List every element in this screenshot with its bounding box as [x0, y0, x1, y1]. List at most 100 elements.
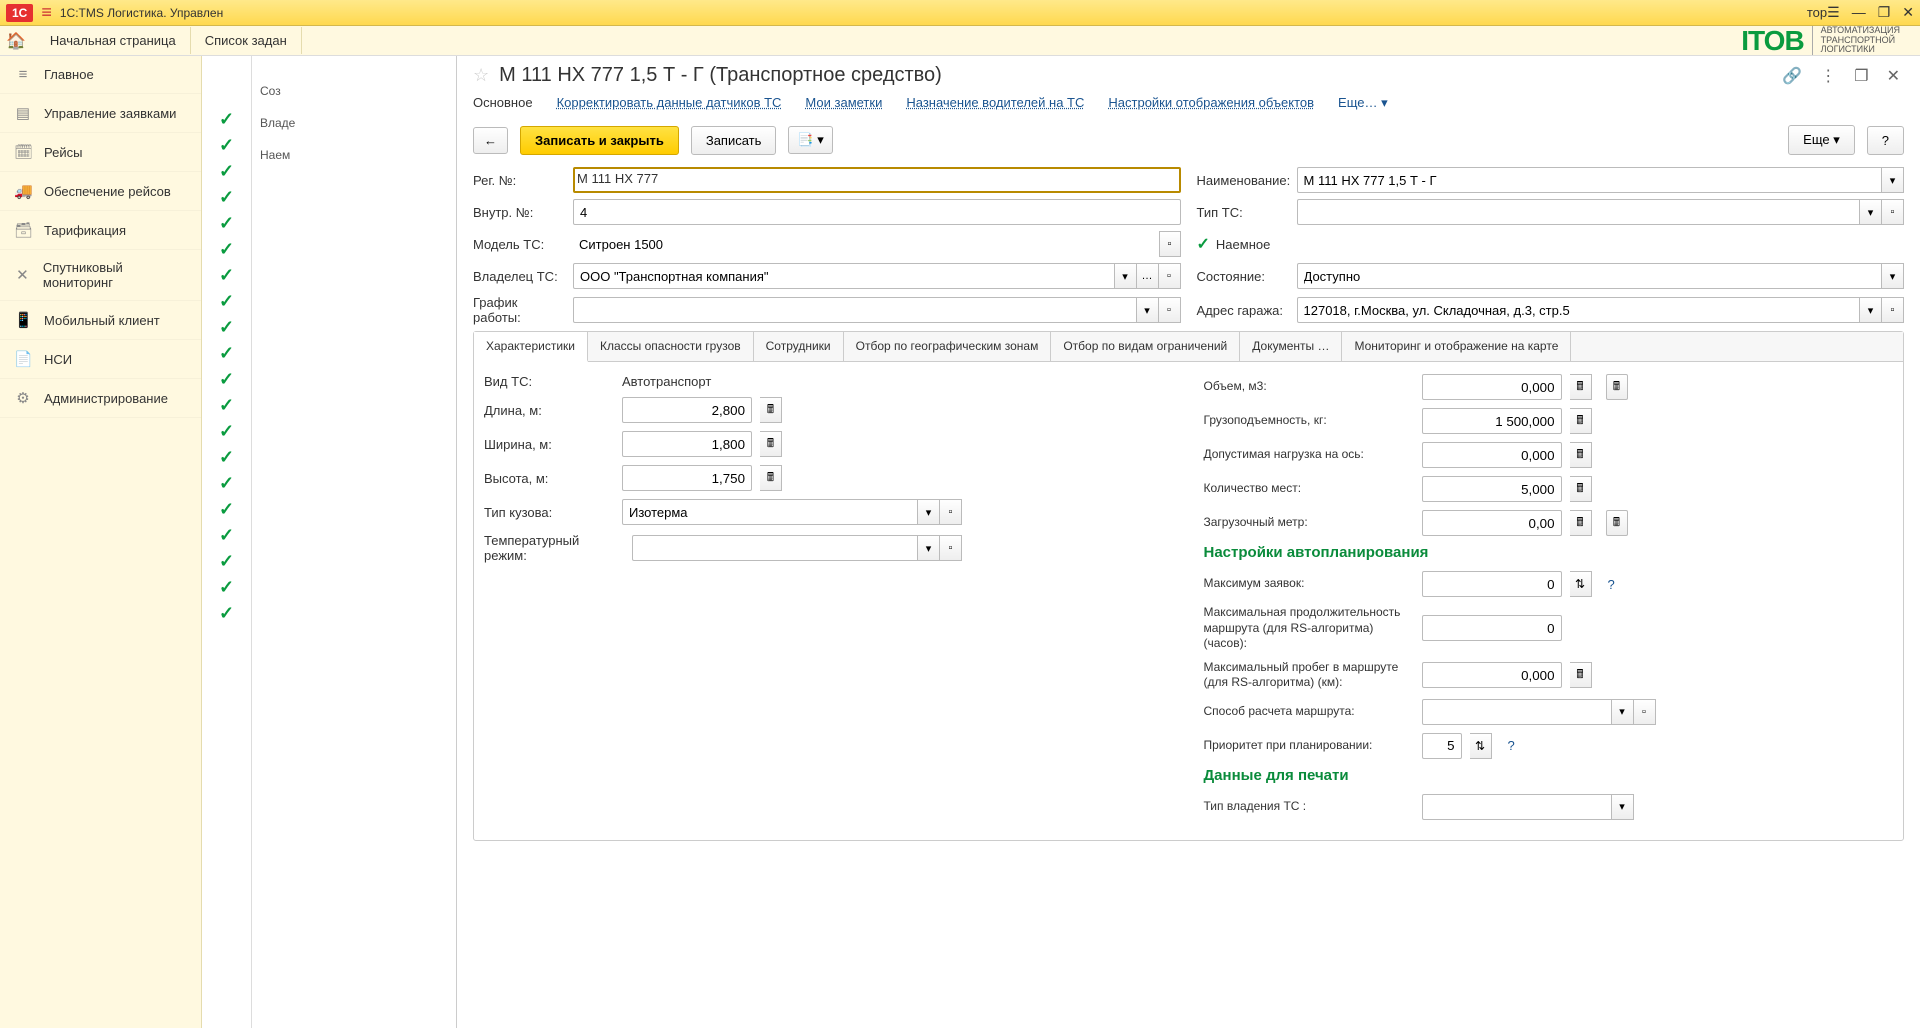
hired-checkbox[interactable]: ✓ Наемное: [1197, 234, 1271, 254]
status-input[interactable]: [1297, 263, 1883, 289]
calc-ext-icon[interactable]: 🖩: [1606, 374, 1628, 400]
spec-tab-4[interactable]: Отбор по видам ограничений: [1051, 332, 1240, 361]
schedule-dd-icon[interactable]: ▾: [1137, 297, 1159, 323]
cap-input[interactable]: [1422, 408, 1562, 434]
hamburger-icon[interactable]: ≡: [41, 2, 52, 23]
spec-tab-1[interactable]: Классы опасности грузов: [588, 332, 754, 361]
tab-tasks[interactable]: Список задан: [191, 27, 302, 54]
spinner-icon[interactable]: ⇅: [1470, 733, 1492, 759]
help-button[interactable]: ?: [1867, 126, 1904, 155]
wid-input[interactable]: [622, 431, 752, 457]
spinner-icon[interactable]: ⇅: [1570, 571, 1592, 597]
nav-link-3[interactable]: Назначение водителей на ТС: [906, 95, 1084, 111]
len-input[interactable]: [622, 397, 752, 423]
sidebar-item-5[interactable]: ✕Спутниковый мониторинг: [0, 250, 201, 301]
close-icon[interactable]: ✕: [1883, 66, 1904, 86]
body-dd-icon[interactable]: ▾: [918, 499, 940, 525]
owner-open-icon[interactable]: ▫: [1159, 263, 1181, 289]
nav-link-2[interactable]: Мои заметки: [805, 95, 882, 111]
method-open-icon[interactable]: ▫: [1634, 699, 1656, 725]
back-button[interactable]: ←: [473, 127, 508, 154]
model-open-icon[interactable]: ▫: [1159, 231, 1181, 257]
calc-icon[interactable]: 🖩: [1570, 374, 1592, 400]
sidebar-item-8[interactable]: ⚙Администрирование: [0, 379, 201, 418]
schedule-input[interactable]: [573, 297, 1137, 323]
nav-link-0[interactable]: Основное: [473, 95, 533, 111]
method-input[interactable]: [1422, 699, 1612, 725]
spec-tab-0[interactable]: Характеристики: [474, 332, 588, 362]
home-icon[interactable]: 🏠: [6, 31, 26, 51]
win-minimize-icon[interactable]: —: [1852, 4, 1866, 21]
win-restore-icon[interactable]: ❐: [1878, 4, 1891, 21]
calc-ext-icon[interactable]: 🖩: [1606, 510, 1628, 536]
sidebar-item-6[interactable]: 📱Мобильный клиент: [0, 301, 201, 340]
model-input[interactable]: [573, 231, 1159, 257]
temp-dd-icon[interactable]: ▾: [918, 535, 940, 561]
name-input[interactable]: [1297, 167, 1883, 193]
reg-input[interactable]: М 111 НХ 777: [573, 167, 1181, 193]
maxreq-input[interactable]: [1422, 571, 1562, 597]
nav-link-1[interactable]: Корректировать данные датчиков ТС: [557, 95, 782, 111]
calc-icon[interactable]: 🖩: [760, 465, 782, 491]
calc-icon[interactable]: 🖩: [1570, 476, 1592, 502]
int-input[interactable]: [573, 199, 1181, 225]
more-icon[interactable]: ⋮: [1816, 66, 1840, 86]
calc-icon[interactable]: 🖩: [760, 431, 782, 457]
nav-more[interactable]: Еще… ▾: [1338, 95, 1388, 111]
body-open-icon[interactable]: ▫: [940, 499, 962, 525]
temp-input[interactable]: [632, 535, 918, 561]
type-input[interactable]: [1297, 199, 1861, 225]
win-prefs-icon[interactable]: ☰: [1827, 4, 1840, 21]
calc-icon[interactable]: 🖩: [1570, 442, 1592, 468]
maxdist-input[interactable]: [1422, 662, 1562, 688]
hei-input[interactable]: [622, 465, 752, 491]
sidebar-item-4[interactable]: 🗃Тарификация: [0, 211, 201, 250]
favorite-icon[interactable]: ☆: [473, 65, 489, 86]
axle-input[interactable]: [1422, 442, 1562, 468]
sidebar-item-0[interactable]: ≡Главное: [0, 56, 201, 94]
save-button[interactable]: Записать: [691, 126, 777, 155]
spec-tab-6[interactable]: Мониторинг и отображение на карте: [1342, 332, 1571, 361]
spec-tab-2[interactable]: Сотрудники: [754, 332, 844, 361]
report-button[interactable]: 📑 ▾: [788, 126, 832, 154]
calc-icon[interactable]: 🖩: [760, 397, 782, 423]
places-input[interactable]: [1422, 476, 1562, 502]
more-button[interactable]: Еще ▾: [1788, 125, 1855, 155]
owner-dd-icon[interactable]: ▾: [1115, 263, 1137, 289]
body-input[interactable]: [622, 499, 918, 525]
owntype-dd-icon[interactable]: ▾: [1612, 794, 1634, 820]
schedule-open-icon[interactable]: ▫: [1159, 297, 1181, 323]
vol-input[interactable]: [1422, 374, 1562, 400]
owntype-input[interactable]: [1422, 794, 1612, 820]
name-dropdown-icon[interactable]: ▾: [1882, 167, 1904, 193]
sidebar-item-2[interactable]: 🗓Рейсы: [0, 133, 201, 172]
prio-input[interactable]: [1422, 733, 1462, 759]
maxdur-input[interactable]: [1422, 615, 1562, 641]
maximize-icon[interactable]: ❐: [1850, 66, 1872, 86]
sidebar-item-1[interactable]: ▤Управление заявками: [0, 94, 201, 133]
tab-home[interactable]: Начальная страница: [36, 27, 191, 54]
type-dd-icon[interactable]: ▾: [1860, 199, 1882, 225]
spec-tab-5[interactable]: Документы …: [1240, 332, 1342, 361]
spec-tab-3[interactable]: Отбор по географическим зонам: [844, 332, 1052, 361]
sidebar-item-3[interactable]: 🚚Обеспечение рейсов: [0, 172, 201, 211]
win-close-icon[interactable]: ✕: [1902, 4, 1914, 21]
temp-open-icon[interactable]: ▫: [940, 535, 962, 561]
garage-open-icon[interactable]: ▫: [1882, 297, 1904, 323]
owner-input[interactable]: [573, 263, 1115, 289]
calc-icon[interactable]: 🖩: [1570, 510, 1592, 536]
garage-dd-icon[interactable]: ▾: [1860, 297, 1882, 323]
calc-icon[interactable]: 🖩: [1570, 662, 1592, 688]
sidebar-item-7[interactable]: 📄НСИ: [0, 340, 201, 379]
owner-ell-icon[interactable]: …: [1137, 263, 1159, 289]
save-close-button[interactable]: Записать и закрыть: [520, 126, 679, 155]
type-open-icon[interactable]: ▫: [1882, 199, 1904, 225]
ldm-input[interactable]: [1422, 510, 1562, 536]
help-icon[interactable]: ?: [1608, 577, 1615, 592]
help-icon[interactable]: ?: [1508, 738, 1515, 753]
status-dd-icon[interactable]: ▾: [1882, 263, 1904, 289]
nav-link-4[interactable]: Настройки отображения объектов: [1108, 95, 1314, 111]
garage-input[interactable]: [1297, 297, 1861, 323]
calc-icon[interactable]: 🖩: [1570, 408, 1592, 434]
method-dd-icon[interactable]: ▾: [1612, 699, 1634, 725]
